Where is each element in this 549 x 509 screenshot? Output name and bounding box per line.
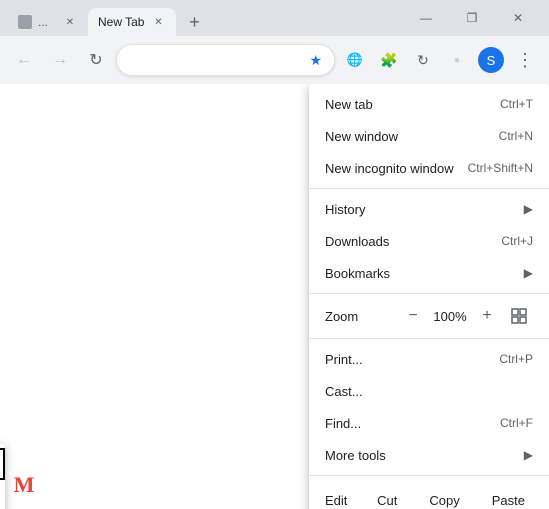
- menu-item-new-window[interactable]: New window Ctrl+N: [309, 120, 549, 152]
- menu-item-history[interactable]: History ▶: [309, 193, 549, 225]
- reload-button[interactable]: ↻: [80, 44, 112, 76]
- media-icon[interactable]: ●: [441, 44, 473, 76]
- more-tools-arrow-icon: ▶: [524, 448, 533, 462]
- menu-item-print-shortcut: Ctrl+P: [499, 352, 533, 366]
- menu-item-more-tools-label: More tools: [325, 448, 524, 463]
- divider-1: [309, 188, 549, 189]
- tab-close-inactive[interactable]: ✕: [62, 14, 78, 30]
- menu-button[interactable]: ⋮: [509, 44, 541, 76]
- zoom-minus-button[interactable]: −: [399, 302, 427, 330]
- menu-item-new-tab[interactable]: New tab Ctrl+T: [309, 88, 549, 120]
- omnibox[interactable]: ★: [116, 44, 335, 76]
- tab-bar: ... ✕ New Tab ✕ + — ❐ ✕: [0, 0, 549, 36]
- omnibox-bar: ← → ↻ ★ 🌐 🧩 ↻ ● S ⋮: [0, 36, 549, 84]
- tab-active[interactable]: New Tab ✕: [88, 8, 176, 36]
- gmail-icon[interactable]: M: [0, 461, 48, 509]
- copy-button[interactable]: Copy: [413, 484, 475, 509]
- tab-inactive[interactable]: ... ✕: [8, 8, 88, 36]
- browser-window: ... ✕ New Tab ✕ + — ❐ ✕ ← → ↻ ★ 🌐: [0, 0, 549, 509]
- translate-icon[interactable]: 🌐: [339, 44, 371, 76]
- page-content: New tab Ctrl+T New window Ctrl+N New inc…: [0, 84, 549, 509]
- tab-title-active: New Tab: [98, 15, 144, 29]
- update-icon[interactable]: ↻: [407, 44, 439, 76]
- menu-item-find-label: Find...: [325, 416, 500, 431]
- menu-item-new-window-shortcut: Ctrl+N: [499, 129, 533, 143]
- history-arrow-icon: ▶: [524, 202, 533, 216]
- menu-item-new-window-label: New window: [325, 129, 499, 144]
- menu-item-new-incognito-label: New incognito window: [325, 161, 468, 176]
- menu-item-new-incognito[interactable]: New incognito window Ctrl+Shift+N: [309, 152, 549, 184]
- cut-button[interactable]: Cut: [361, 484, 413, 509]
- profile-avatar: S: [478, 47, 504, 73]
- menu-item-more-tools[interactable]: More tools ▶: [309, 439, 549, 471]
- close-button[interactable]: ✕: [495, 0, 541, 36]
- menu-item-print[interactable]: Print... Ctrl+P: [309, 343, 549, 375]
- menu-item-new-tab-shortcut: Ctrl+T: [500, 97, 533, 111]
- menu-item-history-label: History: [325, 202, 524, 217]
- fullscreen-button[interactable]: [505, 302, 533, 330]
- divider-3: [309, 338, 549, 339]
- toolbar-actions: 🌐 🧩 ↻ ● S ⋮: [339, 44, 541, 76]
- context-menu: New tab Ctrl+T New window Ctrl+N New inc…: [309, 84, 549, 509]
- zoom-controls: − 100% +: [399, 302, 501, 330]
- extensions-icon[interactable]: 🧩: [373, 44, 405, 76]
- divider-4: [309, 475, 549, 476]
- submenu-item-help-center[interactable]: Help center: [0, 480, 5, 509]
- zoom-label: Zoom: [325, 309, 399, 324]
- menu-zoom-row: Zoom − 100% +: [309, 298, 549, 334]
- menu-item-downloads-shortcut: Ctrl+J: [501, 234, 533, 248]
- window-controls: — ❐ ✕: [403, 0, 541, 36]
- tab-favicon: [18, 15, 32, 29]
- menu-edit-row: Edit Cut Copy Paste: [309, 480, 549, 509]
- menu-item-downloads-label: Downloads: [325, 234, 501, 249]
- bookmarks-arrow-icon: ▶: [524, 266, 533, 280]
- menu-item-cast[interactable]: Cast...: [309, 375, 549, 407]
- forward-button[interactable]: →: [44, 44, 76, 76]
- minimize-button[interactable]: —: [403, 0, 449, 36]
- profile-icon[interactable]: S: [475, 44, 507, 76]
- menu-item-downloads[interactable]: Downloads Ctrl+J: [309, 225, 549, 257]
- maximize-button[interactable]: ❐: [449, 0, 495, 36]
- menu-item-cast-label: Cast...: [325, 384, 533, 399]
- menu-item-bookmarks-label: Bookmarks: [325, 266, 524, 281]
- menu-item-new-tab-label: New tab: [325, 97, 500, 112]
- menu-dots-icon: ⋮: [516, 50, 534, 71]
- zoom-value: 100%: [429, 309, 471, 324]
- back-button[interactable]: ←: [8, 44, 40, 76]
- edit-label: Edit: [317, 493, 361, 508]
- menu-item-find-shortcut: Ctrl+F: [500, 416, 533, 430]
- divider-2: [309, 293, 549, 294]
- bookmark-star-icon[interactable]: ★: [309, 52, 322, 69]
- menu-item-new-incognito-shortcut: Ctrl+Shift+N: [468, 161, 533, 175]
- tab-close-active[interactable]: ✕: [150, 14, 166, 30]
- tab-title-inactive: ...: [38, 15, 56, 29]
- menu-item-bookmarks[interactable]: Bookmarks ▶: [309, 257, 549, 289]
- zoom-plus-button[interactable]: +: [473, 302, 501, 330]
- submenu-item-about-chrome[interactable]: About Google Chrome: [0, 448, 5, 480]
- new-tab-button[interactable]: +: [180, 8, 208, 36]
- menu-item-print-label: Print...: [325, 352, 499, 367]
- help-submenu: About Google Chrome Help center Report a…: [0, 444, 5, 509]
- paste-button[interactable]: Paste: [476, 484, 541, 509]
- menu-item-find[interactable]: Find... Ctrl+F: [309, 407, 549, 439]
